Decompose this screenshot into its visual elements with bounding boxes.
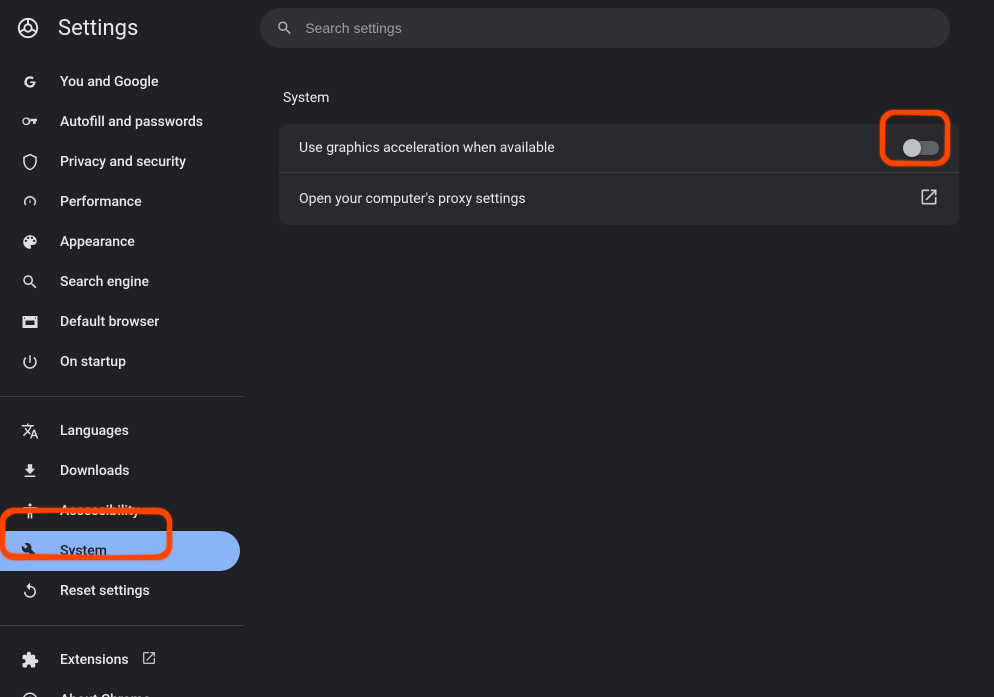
search-icon	[20, 272, 40, 292]
search-input[interactable]	[305, 20, 934, 36]
sidebar-item-languages[interactable]: Languages	[0, 411, 244, 451]
key-icon	[20, 112, 40, 132]
sidebar-item-label: Default browser	[60, 314, 159, 330]
sidebar-item-downloads[interactable]: Downloads	[0, 451, 244, 491]
sidebar-item-label: Privacy and security	[60, 154, 186, 170]
download-icon	[20, 461, 40, 481]
sidebar-item-extensions[interactable]: Extensions	[0, 640, 244, 680]
sidebar-item-label: Appearance	[60, 234, 135, 250]
section-title: System	[283, 90, 959, 106]
palette-icon	[20, 232, 40, 252]
sidebar: You and Google Autofill and passwords Pr…	[0, 56, 244, 697]
sidebar-item-label: Search engine	[60, 274, 149, 290]
sidebar-item-label: Reset settings	[60, 583, 150, 599]
sidebar-item-label: Performance	[60, 194, 142, 210]
sidebar-item-search-engine[interactable]: Search engine	[0, 262, 244, 302]
sidebar-item-reset[interactable]: Reset settings	[0, 571, 244, 611]
sidebar-item-label: On startup	[60, 354, 126, 370]
power-icon	[20, 352, 40, 372]
chrome-icon	[20, 690, 40, 697]
toggle-knob	[903, 139, 921, 157]
sidebar-item-label: Autofill and passwords	[60, 114, 203, 130]
sidebar-item-accessibility[interactable]: Accessibility	[0, 491, 244, 531]
sidebar-item-privacy[interactable]: Privacy and security	[0, 142, 244, 182]
chrome-icon	[16, 16, 40, 40]
divider	[0, 625, 244, 626]
wrench-icon	[20, 541, 40, 561]
system-card: Use graphics acceleration when available…	[279, 124, 959, 225]
search-icon	[276, 19, 293, 37]
row-label: Use graphics acceleration when available	[299, 140, 555, 156]
graphics-acceleration-toggle[interactable]	[905, 141, 939, 155]
row-proxy-settings[interactable]: Open your computer's proxy settings	[279, 172, 959, 225]
sidebar-item-autofill[interactable]: Autofill and passwords	[0, 102, 244, 142]
sidebar-item-performance[interactable]: Performance	[0, 182, 244, 222]
sidebar-item-system[interactable]: System	[0, 531, 240, 571]
speedometer-icon	[20, 192, 40, 212]
sidebar-item-label: About Chrome	[60, 692, 150, 697]
shield-icon	[20, 152, 40, 172]
page-title: Settings	[58, 16, 138, 41]
sidebar-item-appearance[interactable]: Appearance	[0, 222, 244, 262]
search-box[interactable]	[260, 8, 950, 48]
open-in-new-icon	[141, 650, 157, 670]
sidebar-item-label: Languages	[60, 423, 129, 439]
row-graphics-acceleration: Use graphics acceleration when available	[279, 124, 959, 172]
sidebar-item-label: Downloads	[60, 463, 129, 479]
translate-icon	[20, 421, 40, 441]
sidebar-item-label: You and Google	[60, 74, 158, 90]
divider	[0, 396, 244, 397]
reset-icon	[20, 581, 40, 601]
sidebar-item-label: System	[60, 543, 107, 559]
browser-icon	[20, 312, 40, 332]
sidebar-item-default-browser[interactable]: Default browser	[0, 302, 244, 342]
open-in-new-icon	[919, 187, 939, 211]
sidebar-item-you-and-google[interactable]: You and Google	[0, 62, 244, 102]
row-label: Open your computer's proxy settings	[299, 191, 526, 207]
sidebar-item-about-chrome[interactable]: About Chrome	[0, 680, 244, 697]
sidebar-item-label: Accessibility	[60, 503, 139, 519]
sidebar-item-label: Extensions	[60, 652, 129, 668]
extension-icon	[20, 650, 40, 670]
accessibility-icon	[20, 501, 40, 521]
sidebar-item-on-startup[interactable]: On startup	[0, 342, 244, 382]
google-icon	[20, 72, 40, 92]
